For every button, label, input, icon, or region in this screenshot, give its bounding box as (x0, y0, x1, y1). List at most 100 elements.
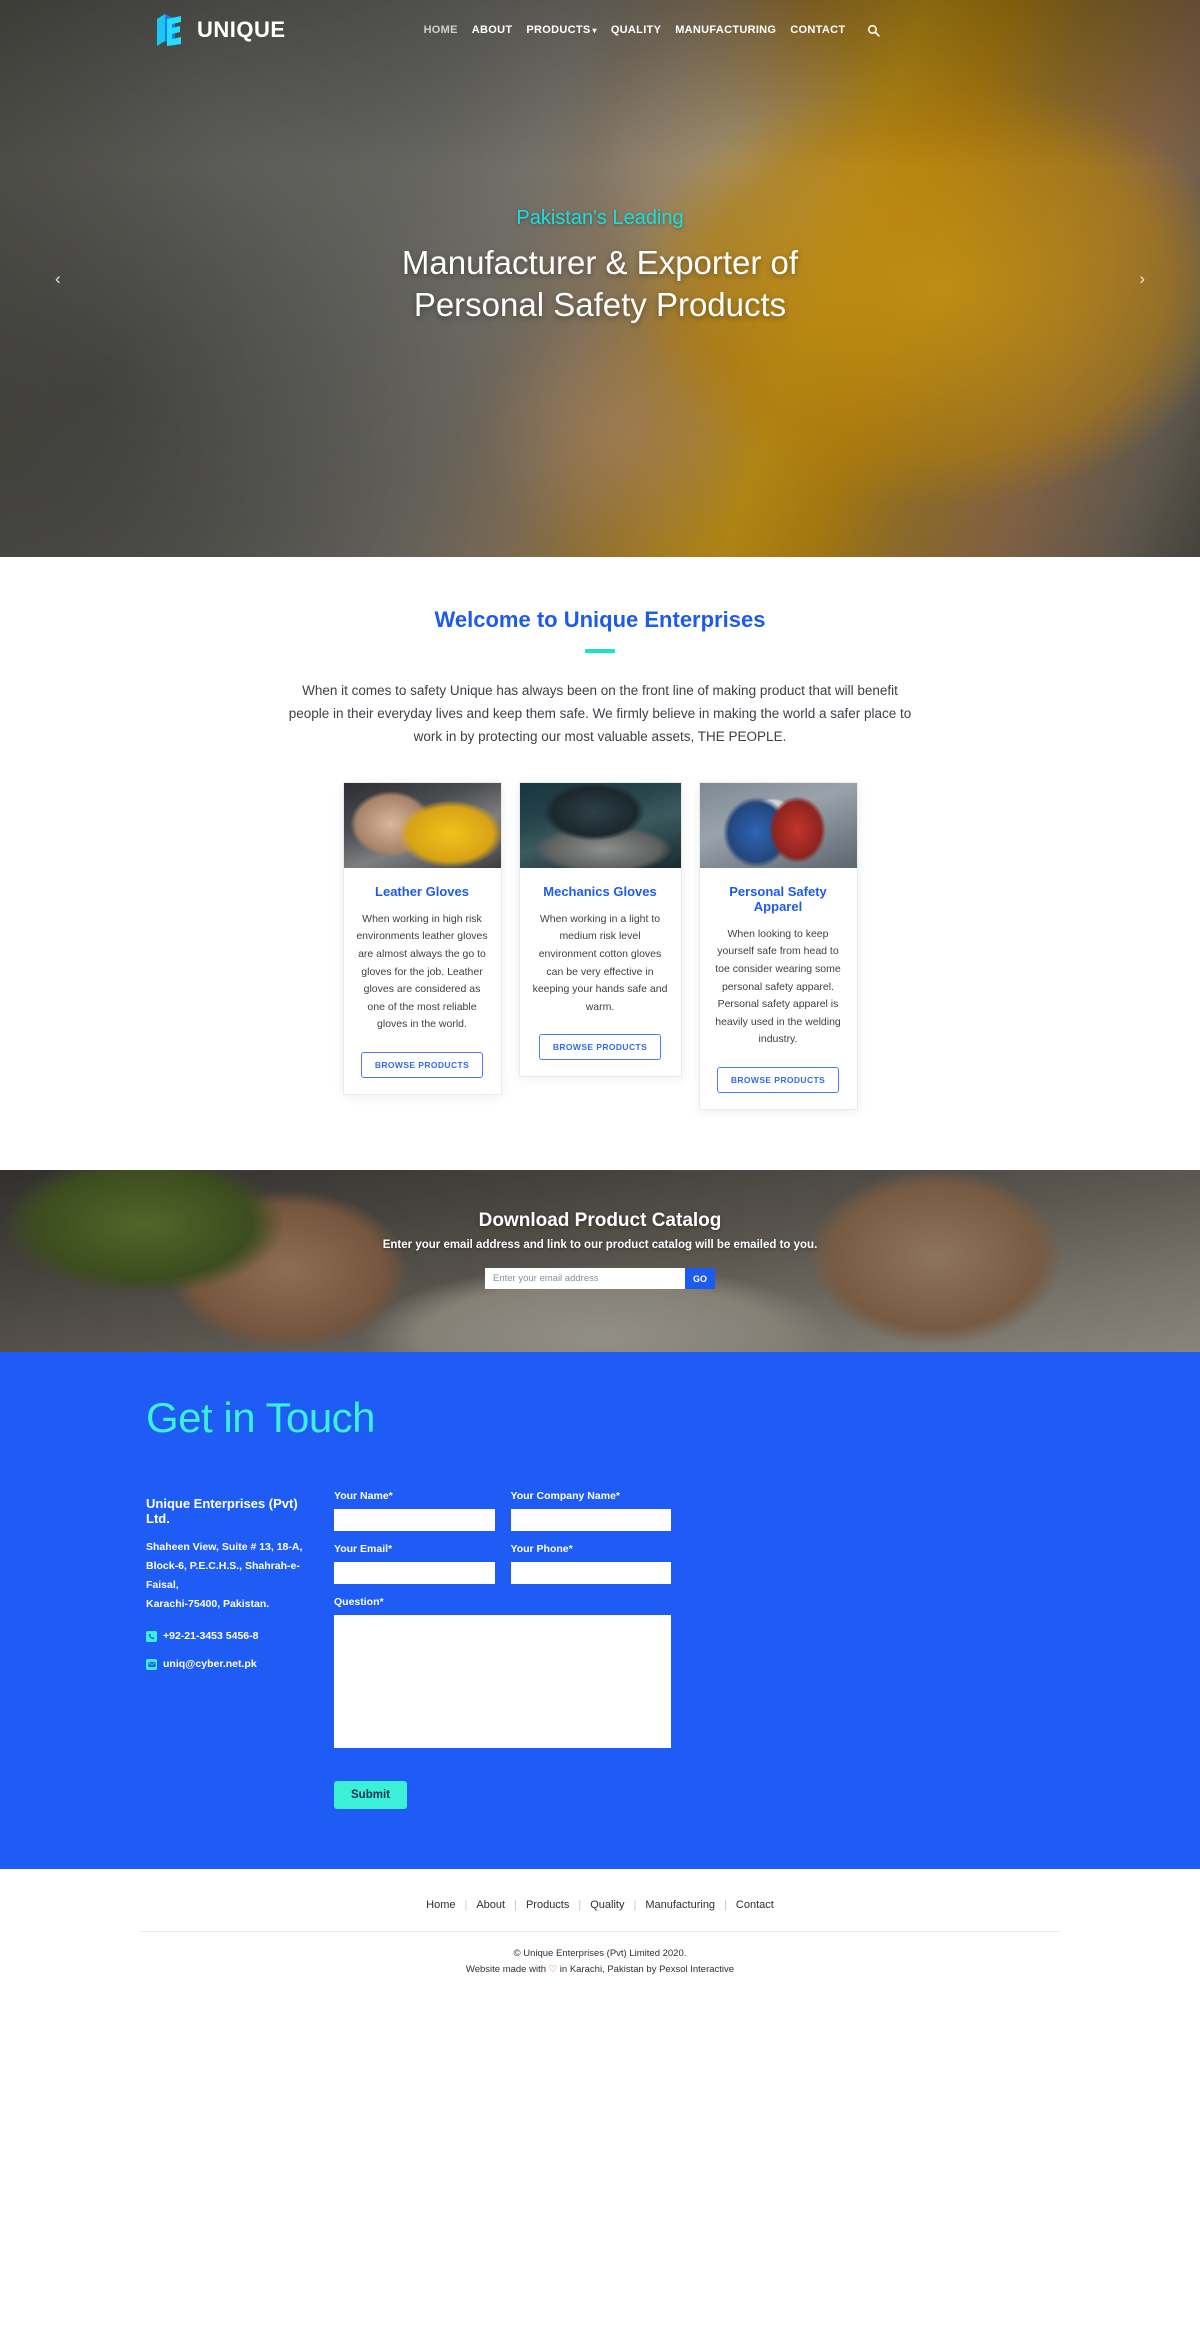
welcome-title: Welcome to Unique Enterprises (434, 607, 766, 632)
safety-apparel-photo (699, 782, 857, 868)
welcome-divider (585, 649, 615, 653)
card-body: Leather Gloves When working in high risk… (344, 868, 501, 1094)
welcome-body-text: When it comes to safety Unique has alway… (288, 683, 912, 745)
credit-text: Website made with ♡ in Karachi, Pakistan… (0, 1962, 1200, 1978)
company-address: Shaheen View, Suite # 13, 18-A, Block-6,… (146, 1538, 306, 1614)
hero-title-line-2: Personal Safety Products (413, 286, 787, 324)
your-phone-input[interactable] (510, 1562, 671, 1585)
footer-link-contact[interactable]: Contact (736, 1899, 774, 1911)
email-row[interactable]: uniq@cyber.net.pk (146, 1658, 306, 1670)
footer-separator: | (633, 1899, 637, 1912)
field-your-phone: Your Phone* (510, 1543, 671, 1585)
footer-separator: | (578, 1899, 582, 1912)
footer-separator: | (724, 1899, 727, 1912)
nav-links: HOME ABOUT PRODUCTS ▾ QUALITY MANUFACTURI… (424, 24, 881, 37)
field-question: Question* (334, 1596, 671, 1753)
browse-products-button[interactable]: BROWSE PRODUCTS (538, 1034, 662, 1061)
field-company-name: Your Company Name* (510, 1490, 671, 1532)
footer-link-manufacturing[interactable]: Manufacturing (645, 1899, 715, 1911)
carousel-prev-arrow[interactable]: ‹ (55, 269, 61, 289)
footer-separator: | (514, 1899, 517, 1912)
envelope-icon (146, 1658, 157, 1670)
footer-divider (140, 1931, 1060, 1933)
brand-logo[interactable]: UNIQUE (155, 11, 286, 49)
browse-products-button[interactable]: BROWSE PRODUCTS (360, 1052, 484, 1079)
card-title: Personal Safety Apparel (729, 883, 827, 914)
product-card-mechanics-gloves[interactable]: Mechanics Gloves When working in a light… (518, 781, 682, 1078)
field-your-email: Your Email* (334, 1543, 495, 1585)
form-row-name-company: Your Name* Your Company Name* (334, 1490, 671, 1543)
contact-section: Get in Touch Unique Enterprises (Pvt) Lt… (0, 1352, 1200, 1870)
nav-item-about[interactable]: ABOUT (472, 24, 513, 36)
question-textarea[interactable] (334, 1615, 671, 1749)
brand-name: UNIQUE (197, 17, 286, 42)
nav-item-quality[interactable]: QUALITY (611, 24, 661, 36)
card-text: When working in high risk environments l… (356, 912, 488, 1031)
nav-item-products[interactable]: PRODUCTS ▾ (526, 24, 596, 36)
your-email-input[interactable] (334, 1562, 495, 1585)
nav-item-home[interactable]: HOME (424, 24, 458, 36)
cube-logo-icon (157, 14, 181, 46)
your-name-input[interactable] (334, 1509, 495, 1532)
your-email-label: Your Email* (334, 1543, 393, 1556)
contact-heading: Get in Touch (146, 1394, 376, 1442)
footer-link-quality[interactable]: Quality (590, 1899, 624, 1911)
footer: Home | About | Products | Quality | Manu… (0, 1869, 1200, 2001)
catalog-email-input[interactable] (485, 1268, 685, 1290)
contact-grid: Unique Enterprises (Pvt) Ltd. Shaheen Vi… (0, 1442, 1200, 1810)
card-text: When working in a light to medium risk l… (532, 912, 668, 1013)
browse-products-button[interactable]: BROWSE PRODUCTS (716, 1067, 840, 1094)
catalog-go-button[interactable]: GO (685, 1268, 715, 1290)
copyright-text: © Unique Enterprises (Pvt) Limited 2020. (513, 1948, 687, 1960)
contact-info-block: Unique Enterprises (Pvt) Ltd. Shaheen Vi… (146, 1490, 306, 1809)
address-line-1: Shaheen View, Suite # 13, 18-A, (146, 1541, 303, 1554)
contact-form: Your Name* Your Company Name* Your Email… (334, 1490, 671, 1810)
credit-prefix: Website made with (465, 1964, 549, 1976)
question-label: Question* (334, 1596, 384, 1609)
nav-item-products-label: PRODUCTS (526, 24, 591, 36)
search-icon[interactable] (867, 24, 881, 37)
footer-link-home[interactable]: Home (426, 1899, 455, 1911)
address-line-3: Karachi-75400, Pakistan. (146, 1598, 270, 1611)
catalog-title: Download Product Catalog (478, 1210, 722, 1232)
hero-title-line-1: Manufacturer & Exporter of (401, 244, 799, 281)
footer-link-about[interactable]: About (476, 1899, 505, 1911)
field-your-name: Your Name* (334, 1490, 495, 1532)
card-text: When looking to keep yourself safe from … (715, 927, 841, 1046)
card-body: Mechanics Gloves When working in a light… (520, 868, 681, 1077)
submit-button[interactable]: Submit (334, 1781, 407, 1810)
carousel-next-arrow[interactable]: › (1139, 269, 1145, 289)
hero-section: UNIQUE HOME ABOUT PRODUCTS ▾ QUALITY MANU… (0, 0, 1200, 557)
hero-content: Pakistan's Leading Manufacturer & Export… (0, 60, 1200, 326)
card-body: Personal Safety Apparel When looking to … (700, 868, 857, 1109)
catalog-content: Download Product Catalog Enter your emai… (0, 1170, 1200, 1290)
welcome-section: Welcome to Unique Enterprises When it co… (0, 557, 1200, 749)
hero-kicker: Pakistan's Leading (516, 207, 684, 229)
email-address: uniq@cyber.net.pk (163, 1658, 257, 1671)
phone-icon (146, 1630, 157, 1642)
product-card-safety-apparel[interactable]: Personal Safety Apparel When looking to … (698, 781, 858, 1111)
form-row-email-phone: Your Email* Your Phone* (334, 1543, 671, 1596)
main-navbar: UNIQUE HOME ABOUT PRODUCTS ▾ QUALITY MANU… (0, 0, 1200, 60)
product-card-leather-gloves[interactable]: Leather Gloves When working in high risk… (342, 781, 502, 1096)
card-title: Mechanics Gloves (543, 883, 657, 899)
your-phone-label: Your Phone* (510, 1543, 573, 1556)
hero-title: Manufacturer & Exporter of Personal Safe… (0, 242, 1200, 326)
company-name: Unique Enterprises (Pvt) Ltd. (146, 1496, 298, 1527)
credit-suffix: in Karachi, Pakistan by Pexsol Interacti… (557, 1964, 735, 1976)
footer-separator: | (464, 1899, 468, 1912)
company-name-input[interactable] (510, 1509, 671, 1532)
catalog-download-section: Download Product Catalog Enter your emai… (0, 1170, 1200, 1353)
heart-icon: ♡ (548, 1964, 558, 1976)
phone-row[interactable]: +92-21-3453 5456-8 (146, 1630, 306, 1642)
address-line-2: Block-6, P.E.C.H.S., Shahrah-e-Faisal, (146, 1560, 300, 1592)
catalog-subtitle: Enter your email address and link to our… (382, 1239, 818, 1252)
footer-legal: © Unique Enterprises (Pvt) Limited 2020.… (0, 1946, 1200, 1978)
company-name-label: Your Company Name* (510, 1490, 621, 1503)
card-title: Leather Gloves (375, 883, 469, 899)
footer-link-products[interactable]: Products (526, 1899, 569, 1911)
nav-item-contact[interactable]: CONTACT (790, 24, 845, 36)
chevron-down-icon: ▾ (592, 26, 597, 35)
phone-number: +92-21-3453 5456-8 (163, 1630, 259, 1643)
nav-item-manufacturing[interactable]: MANUFACTURING (675, 24, 776, 36)
